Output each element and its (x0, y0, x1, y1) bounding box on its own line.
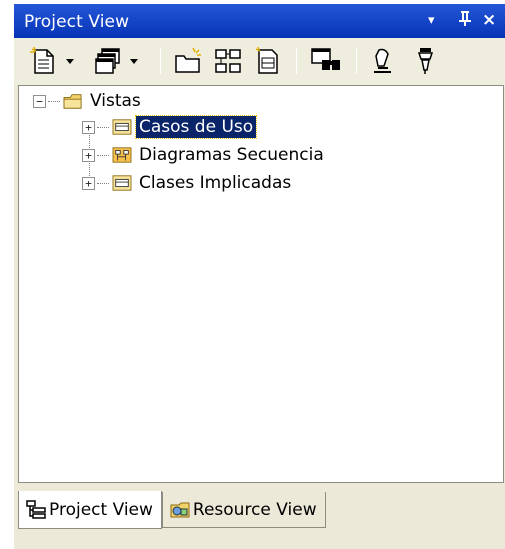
dropdown-arrow-icon[interactable]: ▾ (428, 13, 435, 28)
tree-node-diagramas-secuencia[interactable]: + Diagramas Secuencia (82, 142, 327, 168)
panel-title-bar[interactable]: Project View ▾ × (14, 4, 505, 38)
resource-icon (170, 502, 190, 517)
expand-icon[interactable]: + (82, 176, 95, 190)
tree-connector (97, 154, 109, 156)
toolbar-separator (356, 48, 357, 74)
filter-icon (417, 48, 434, 74)
tree-node-label: Diagramas Secuencia (139, 145, 324, 165)
tab-resource-view[interactable]: Resource View (161, 492, 326, 528)
view-tabs: Project View Resource View (18, 491, 326, 530)
tab-project-view[interactable]: Project View (18, 491, 162, 529)
class-diagram-icon (112, 175, 132, 191)
pin-icon[interactable] (458, 10, 472, 31)
tree-connector (97, 126, 109, 128)
properties-button[interactable] (250, 45, 286, 77)
windows-button[interactable] (90, 45, 142, 77)
bottom-tab-strip: Project View Resource View (14, 484, 505, 549)
diagram-icon (215, 49, 241, 73)
toolbar-separator (296, 48, 297, 74)
toolbar-separator (160, 48, 161, 74)
tree-connector (48, 100, 60, 102)
tree-node-label: Clases Implicadas (139, 173, 292, 193)
collapse-icon[interactable]: − (33, 94, 46, 108)
project-tree-icon (26, 499, 46, 519)
tree-node-label: Casos de Uso (134, 115, 258, 139)
tree-node-vistas[interactable]: − Vistas (33, 88, 144, 114)
dropdown-small-icon[interactable] (65, 56, 75, 66)
expand-icon[interactable]: + (82, 148, 95, 162)
toolbar (14, 38, 505, 85)
sequence-diagram-icon (112, 147, 132, 163)
package-folder-icon (63, 94, 82, 109)
new-folder-icon (175, 47, 201, 73)
filter-button[interactable] (408, 45, 444, 77)
project-view-panel: − Vistas + Casos de Uso + Diagramas Secu… (14, 38, 505, 549)
new-folder-button[interactable] (170, 45, 206, 77)
properties-icon (255, 46, 278, 74)
diagram-button[interactable] (210, 45, 246, 77)
tab-label: Project View (49, 499, 153, 520)
tree-node-casos-de-uso[interactable]: + Casos de Uso (82, 114, 258, 140)
tree-node-clases-implicadas[interactable]: + Clases Implicadas (82, 170, 294, 196)
project-tree[interactable]: − Vistas + Casos de Uso + Diagramas Secu… (18, 85, 504, 483)
tree-node-label: Vistas (90, 91, 141, 111)
use-case-diagram-icon (112, 119, 132, 135)
tree-connector (97, 182, 109, 184)
find-icon (311, 48, 340, 70)
windows-icon (95, 48, 120, 74)
close-icon[interactable]: × (482, 10, 496, 30)
tab-label: Resource View (192, 499, 317, 520)
expand-icon[interactable]: + (82, 120, 95, 134)
new-file-icon (30, 46, 54, 74)
pen-icon (374, 48, 391, 73)
find-button[interactable] (306, 45, 346, 77)
pen-button[interactable] (366, 45, 402, 77)
new-file-button[interactable] (26, 45, 78, 77)
panel-title: Project View (24, 12, 130, 32)
dropdown-small-icon[interactable] (129, 56, 139, 66)
